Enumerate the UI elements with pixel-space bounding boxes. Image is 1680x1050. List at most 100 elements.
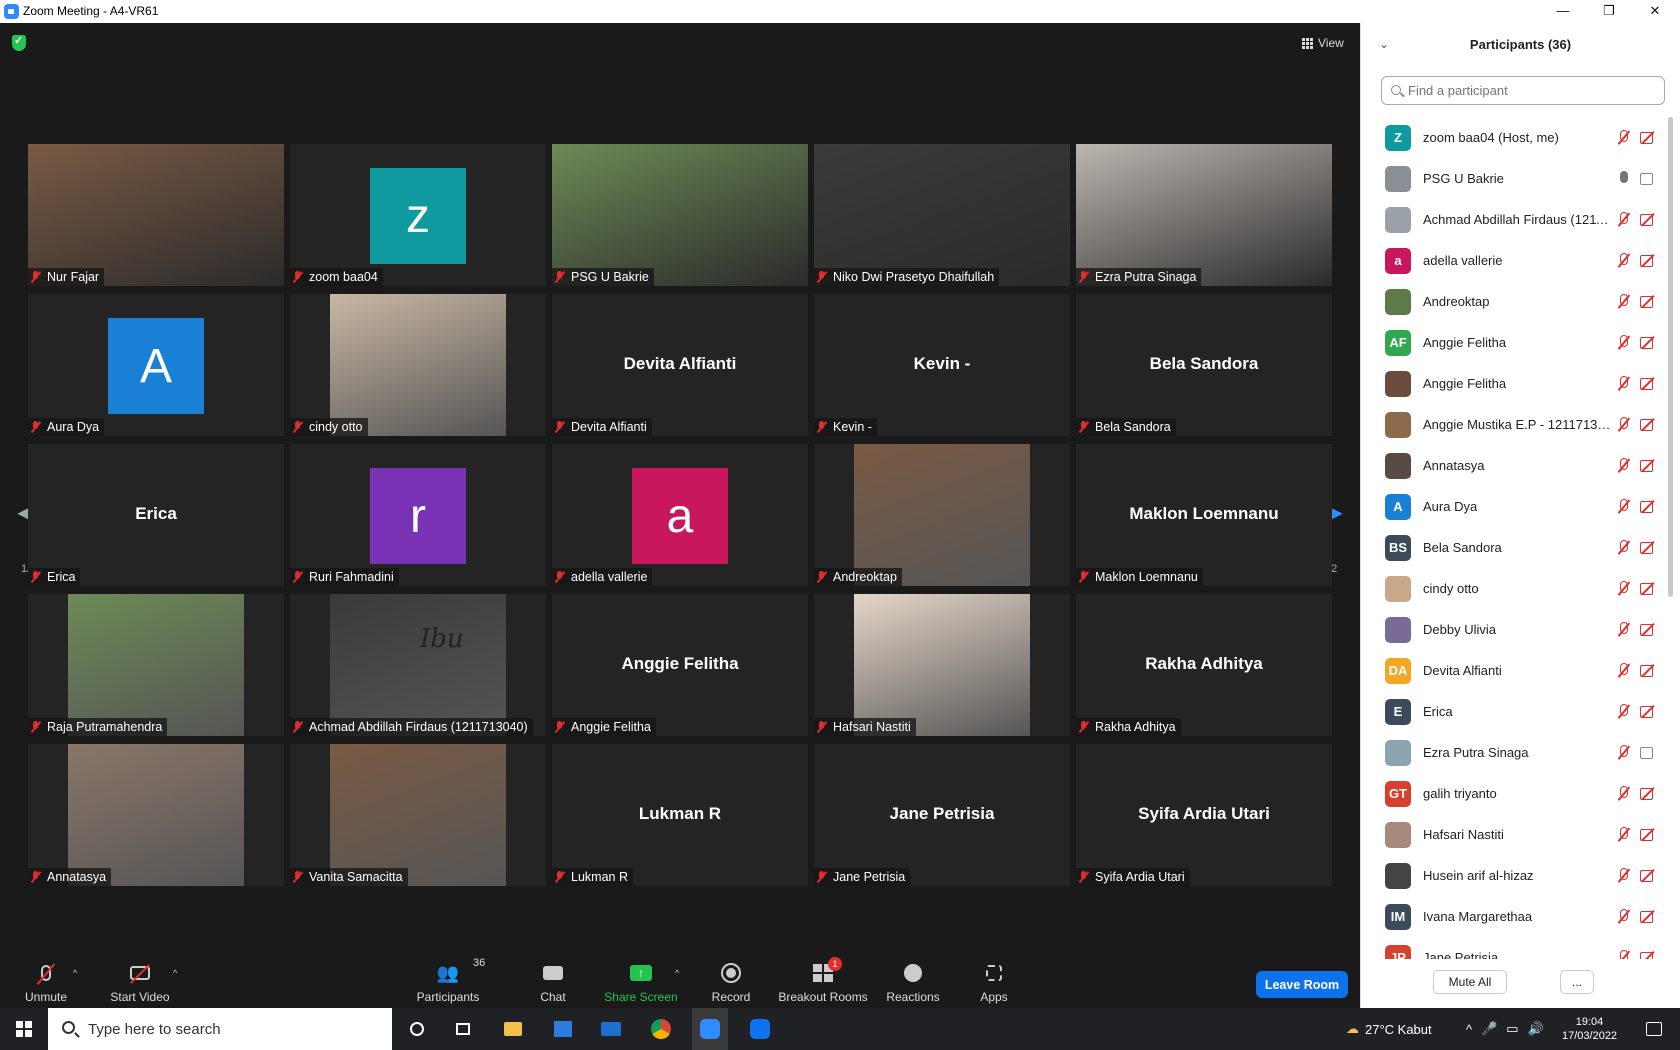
participant-list-item[interactable]: Andreoktap <box>1361 281 1677 322</box>
participant-tile[interactable]: Rakha Adhitya Rakha Adhitya <box>1076 594 1332 736</box>
muted-mic-icon[interactable] <box>1616 663 1630 678</box>
start-button[interactable] <box>0 1008 48 1050</box>
participant-list-item[interactable]: Hafsari Nastiti <box>1361 814 1677 855</box>
participant-list-item[interactable]: Annatasya <box>1361 445 1677 486</box>
muted-mic-icon[interactable] <box>1616 909 1630 924</box>
share-screen-button[interactable]: ↑ Share Screen <box>604 954 678 1008</box>
camera-off-icon[interactable] <box>1640 952 1656 959</box>
view-button[interactable]: View <box>1302 33 1344 53</box>
camera-off-icon[interactable] <box>1640 911 1656 923</box>
participant-tile[interactable]: Raja Putramahendra <box>28 594 284 736</box>
taskbar-search-box[interactable]: Type here to search <box>48 1008 392 1050</box>
microphone-icon[interactable]: 🎤 <box>1481 1021 1497 1037</box>
participant-tile[interactable]: Ezra Putra Sinaga <box>1076 144 1332 286</box>
camera-off-icon[interactable] <box>1640 624 1656 636</box>
muted-mic-icon[interactable] <box>1616 499 1630 514</box>
participant-list-item[interactable]: Zzoom baa04 (Host, me) <box>1361 117 1677 158</box>
breakout-rooms-button[interactable]: 1 Breakout Rooms <box>778 954 868 1008</box>
clock[interactable]: 19:04 17/03/2022 <box>1562 1008 1617 1050</box>
participant-search-input[interactable] <box>1381 76 1665 105</box>
participant-tile[interactable]: Devita Alfianti Devita Alfianti <box>552 294 808 436</box>
participant-list-item[interactable]: AF Anggie Felitha <box>1361 322 1677 363</box>
muted-mic-icon[interactable] <box>1616 253 1630 268</box>
muted-mic-icon[interactable] <box>1616 704 1630 719</box>
participant-tile[interactable]: Ibu Achmad Abdillah Firdaus (1211713040) <box>290 594 546 736</box>
close-button[interactable]: ✕ <box>1632 0 1678 23</box>
participant-tile[interactable]: Jane Petrisia Jane Petrisia <box>814 744 1070 886</box>
camera-off-icon[interactable] <box>1640 788 1656 800</box>
muted-mic-icon[interactable] <box>1616 950 1630 959</box>
muted-mic-icon[interactable] <box>1616 417 1630 432</box>
camera-icon[interactable] <box>1640 173 1656 185</box>
participant-tile[interactable]: z zoom baa04 <box>290 144 546 286</box>
participant-tile[interactable]: Anggie Felitha Anggie Felitha <box>552 594 808 736</box>
muted-mic-icon[interactable] <box>1616 581 1630 596</box>
participant-tile[interactable]: a adella vallerie <box>552 444 808 586</box>
record-button[interactable]: Record <box>710 954 752 1008</box>
participant-tile[interactable]: Lukman R Lukman R <box>552 744 808 886</box>
camera-off-icon[interactable] <box>1640 378 1656 390</box>
camera-off-icon[interactable] <box>1640 214 1656 226</box>
participant-tile[interactable]: Niko Dwi Prasetyo Dhaifullah <box>814 144 1070 286</box>
participant-list-item[interactable]: GT galih triyanto <box>1361 773 1677 814</box>
participant-list-item[interactable]: Anggie Mustika E.P - 12117130... <box>1361 404 1677 445</box>
camera-off-icon[interactable] <box>1640 255 1656 267</box>
participant-list-scrollbar[interactable] <box>1668 117 1673 597</box>
participant-tile[interactable]: Erica Erica <box>28 444 284 586</box>
mute-all-button[interactable]: Mute All <box>1433 970 1507 994</box>
chrome-icon[interactable] <box>644 1008 678 1050</box>
leave-room-button[interactable]: Leave Room <box>1256 971 1348 998</box>
file-explorer-icon[interactable] <box>496 1008 530 1050</box>
task-view-icon[interactable] <box>446 1008 480 1050</box>
show-hidden-icons-chevron-icon[interactable]: ^ <box>1466 1022 1472 1037</box>
camera-off-icon[interactable] <box>1640 296 1656 308</box>
muted-mic-icon[interactable] <box>1616 622 1630 637</box>
participant-list-item[interactable]: Achmad Abdillah Firdaus (1211... <box>1361 199 1677 240</box>
participant-tile[interactable]: Bela Sandora Bela Sandora <box>1076 294 1332 436</box>
camera-off-icon[interactable] <box>1640 501 1656 513</box>
chat-button[interactable]: Chat <box>537 954 569 1008</box>
cortana-icon[interactable] <box>400 1008 434 1050</box>
volume-icon[interactable]: 🔊 <box>1528 1021 1544 1037</box>
camera-off-icon[interactable] <box>1640 829 1656 841</box>
unmute-button[interactable]: Unmute <box>22 954 70 1008</box>
encryption-shield-icon[interactable] <box>12 34 26 51</box>
reactions-button[interactable]: Reactions <box>886 954 940 1008</box>
muted-mic-icon[interactable] <box>1616 540 1630 555</box>
participant-list-item[interactable]: A Aura Dya <box>1361 486 1677 527</box>
apps-button[interactable]: Apps <box>978 954 1010 1008</box>
teamviewer-icon[interactable] <box>742 1008 778 1050</box>
minimize-button[interactable]: — <box>1540 0 1586 23</box>
participant-list-item[interactable]: BS Bela Sandora <box>1361 527 1677 568</box>
participant-list-item[interactable]: Ezra Putra Sinaga <box>1361 732 1677 773</box>
audio-options-chevron-icon[interactable]: ^ <box>73 968 77 978</box>
camera-off-icon[interactable] <box>1640 337 1656 349</box>
muted-mic-icon[interactable] <box>1616 745 1630 760</box>
camera-off-icon[interactable] <box>1640 419 1656 431</box>
mail-icon[interactable] <box>594 1008 628 1050</box>
participant-tile[interactable]: Kevin - Kevin - <box>814 294 1070 436</box>
participant-list-item[interactable]: Anggie Felitha <box>1361 363 1677 404</box>
muted-mic-icon[interactable] <box>1616 294 1630 309</box>
mic-icon[interactable] <box>1616 171 1630 186</box>
camera-off-icon[interactable] <box>1640 665 1656 677</box>
participant-list-item[interactable]: DA Devita Alfianti <box>1361 650 1677 691</box>
camera-icon[interactable] <box>1640 747 1656 759</box>
more-options-button[interactable]: ... <box>1560 970 1594 994</box>
muted-mic-icon[interactable] <box>1616 335 1630 350</box>
start-video-button[interactable]: Start Video <box>108 954 172 1008</box>
notifications-icon[interactable] <box>1636 1008 1672 1050</box>
camera-off-icon[interactable] <box>1640 460 1656 472</box>
microsoft-store-icon[interactable] <box>546 1008 580 1050</box>
zoom-taskbar-icon[interactable] <box>692 1008 728 1050</box>
participant-tile[interactable]: Annatasya <box>28 744 284 886</box>
network-icon[interactable]: ▭ <box>1506 1021 1518 1037</box>
participant-list-item[interactable]: JP Jane Petrisia <box>1361 937 1677 959</box>
camera-off-icon[interactable] <box>1640 706 1656 718</box>
camera-off-icon[interactable] <box>1640 132 1656 144</box>
participant-tile[interactable]: Andreoktap <box>814 444 1070 586</box>
weather-widget[interactable]: ☁ 27°C Kabut <box>1346 1008 1432 1050</box>
participant-tile[interactable]: A Aura Dya <box>28 294 284 436</box>
share-options-chevron-icon[interactable]: ^ <box>675 968 679 978</box>
muted-mic-icon[interactable] <box>1616 376 1630 391</box>
